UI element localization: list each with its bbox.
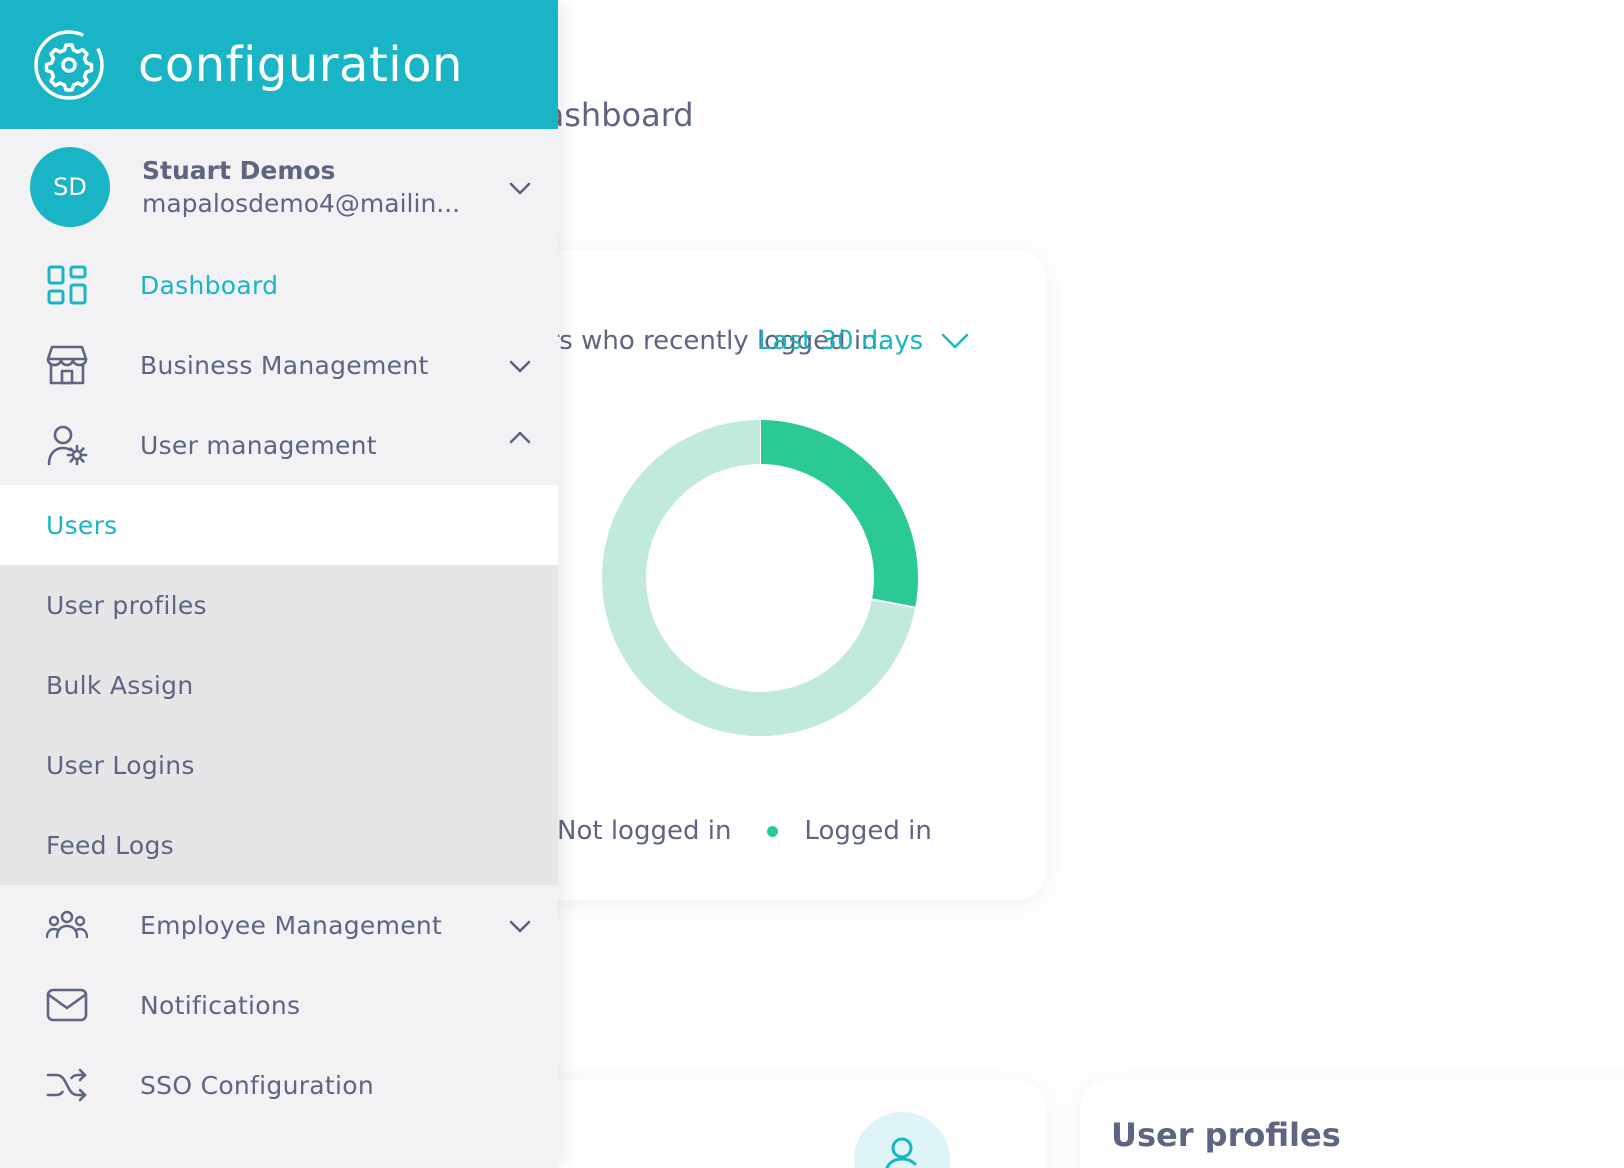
logins-donut-chart [602, 420, 918, 736]
user-profiles-card-title: User profiles [1111, 1116, 1341, 1154]
chevron-down-icon [941, 333, 969, 349]
mail-icon [46, 984, 88, 1026]
chevron-down-icon[interactable] [508, 181, 532, 197]
user-management-submenu: Users User profiles Bulk Assign User Log… [0, 485, 558, 885]
chevron-up-icon [509, 431, 531, 444]
chart-legend: Not logged in Logged in [520, 816, 968, 846]
sidebar-item-label: Notifications [140, 990, 301, 1020]
gear-icon [34, 29, 104, 100]
user-email: mapalosdemo4@mailin... [142, 189, 461, 218]
legend-dot-logged-in [767, 825, 779, 837]
legend-label-not-logged-in: Not logged in [557, 816, 732, 846]
store-icon [46, 344, 88, 386]
sidebar-item-notifications[interactable]: Notifications [0, 965, 558, 1045]
submenu-item-user-profiles[interactable]: User profiles [0, 565, 558, 645]
sidebar-item-label: SSO Configuration [140, 1070, 375, 1100]
sidebar: configuration SD Stuart Demos mapalosdem… [0, 0, 558, 1168]
sidebar-item-user-management[interactable]: User management [0, 405, 558, 485]
date-range-select[interactable]: Last 30 days [758, 326, 969, 356]
donut-slice-logged-in [759, 420, 918, 608]
brand-header[interactable]: configuration [0, 0, 558, 129]
user-settings-icon [46, 424, 88, 466]
submenu-item-user-logins[interactable]: User Logins [0, 725, 558, 805]
avatar: SD [30, 147, 110, 227]
sidebar-item-label: Business Management [140, 350, 429, 380]
sidebar-item-label: Employee Management [140, 910, 443, 940]
submenu-item-users[interactable]: Users [0, 485, 558, 565]
submenu-item-bulk-assign[interactable]: Bulk Assign [0, 645, 558, 725]
user-profiles-card: User profiles [1080, 1080, 1624, 1168]
user-info: Stuart Demos mapalosdemo4@mailin... [142, 156, 482, 218]
user-edit-icon [854, 1112, 950, 1168]
legend-label-logged-in: Logged in [804, 816, 932, 846]
people-icon [46, 904, 88, 946]
brand-name: configuration [138, 36, 463, 93]
sidebar-item-sso-configuration[interactable]: SSO Configuration [0, 1045, 558, 1125]
dashboard-icon [46, 264, 88, 306]
legend-item-logged-in: Logged in [767, 816, 932, 846]
date-range-value: Last 30 days [758, 326, 924, 356]
sidebar-item-dashboard[interactable]: Dashboard [0, 245, 558, 325]
submenu-item-feed-logs[interactable]: Feed Logs [0, 805, 558, 885]
shuffle-icon [46, 1064, 88, 1106]
user-name: Stuart Demos [142, 156, 336, 185]
sidebar-item-label: User management [140, 430, 377, 460]
sidebar-item-label: Dashboard [140, 270, 279, 300]
sidebar-item-business-management[interactable]: Business Management [0, 325, 558, 405]
chevron-down-icon [509, 360, 531, 373]
sidebar-item-employee-management[interactable]: Employee Management [0, 885, 558, 965]
user-account-menu[interactable]: SD Stuart Demos mapalosdemo4@mailin... [0, 129, 558, 245]
chevron-down-icon [509, 920, 531, 933]
